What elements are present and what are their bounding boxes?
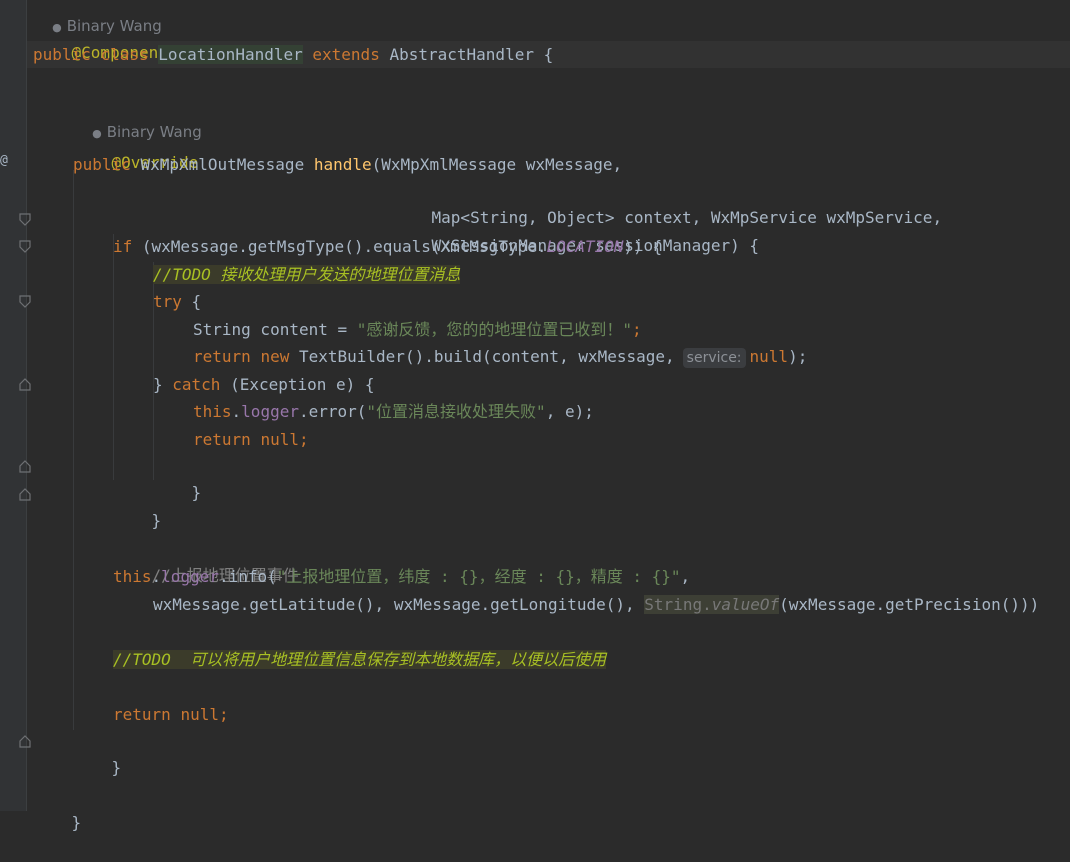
author-hint-class[interactable]: ● Binary Wang	[33, 0, 162, 35]
class-name: LocationHandler	[158, 45, 303, 64]
code-line-20[interactable]: this.logger.info("上报地理位置，纬度 : {}，经度 : {}…	[113, 564, 690, 590]
code-line-17[interactable]: }	[113, 482, 162, 530]
author-hint-method[interactable]: ● Binary Wang	[73, 99, 202, 141]
code-line-7[interactable]: WxSessionManager sessionManager) {	[393, 207, 760, 255]
code-line-14[interactable]: this.logger.error("位置消息接收处理失败", e);	[193, 399, 594, 425]
code-line-2[interactable]: public class LocationHandler extends Abs…	[33, 42, 553, 68]
code-line-10[interactable]: try {	[153, 289, 201, 315]
code-line-5[interactable]: public WxMpXmlOutMessage handle(WxMpXmlM…	[73, 152, 622, 178]
code-line-6[interactable]: Map<String, Object> context, WxMpService…	[393, 179, 943, 227]
code-line-28[interactable]: }	[33, 784, 82, 832]
code-line-19[interactable]: //上报地理位置事件	[113, 537, 299, 585]
code-editor[interactable]: ● Binary Wang @Component public class Loc…	[0, 0, 1070, 832]
code-line-21[interactable]: wxMessage.getLatitude(), wxMessage.getLo…	[153, 592, 1039, 618]
code-line-1[interactable]: @Component	[33, 14, 168, 62]
indent-guide	[73, 170, 74, 730]
indent-guide	[113, 234, 114, 480]
code-line-26[interactable]: }	[73, 729, 122, 777]
code-line-15[interactable]: return null;	[193, 427, 309, 453]
parameter-hint: service:	[682, 348, 746, 368]
code-line-25[interactable]: return null;	[113, 702, 229, 728]
code-line-9[interactable]: //TODO 接收处理用户发送的地理位置消息	[153, 262, 461, 288]
todo-comment: //TODO 接收处理用户发送的地理位置消息	[153, 265, 461, 284]
code-line-23[interactable]: //TODO 可以将用户地理位置信息保存到本地数据库，以便以后使用	[113, 647, 607, 673]
code-line-8[interactable]: if (wxMessage.getMsgType().equals(XmlMsg…	[113, 234, 662, 260]
code-line-12[interactable]: return new TextBuilder().build(content, …	[193, 344, 807, 370]
code-line-4[interactable]: @Override	[73, 124, 199, 172]
code-line-13[interactable]: } catch (Exception e) {	[153, 372, 375, 398]
todo-comment: //TODO 可以将用户地理位置信息保存到本地数据库，以便以后使用	[113, 650, 607, 669]
code-line-16[interactable]: }	[153, 454, 202, 502]
code-line-11[interactable]: String content = "感谢反馈，您的的地理位置已收到！";	[193, 317, 642, 343]
redundant-call-highlight: String.valueOf	[644, 595, 780, 614]
